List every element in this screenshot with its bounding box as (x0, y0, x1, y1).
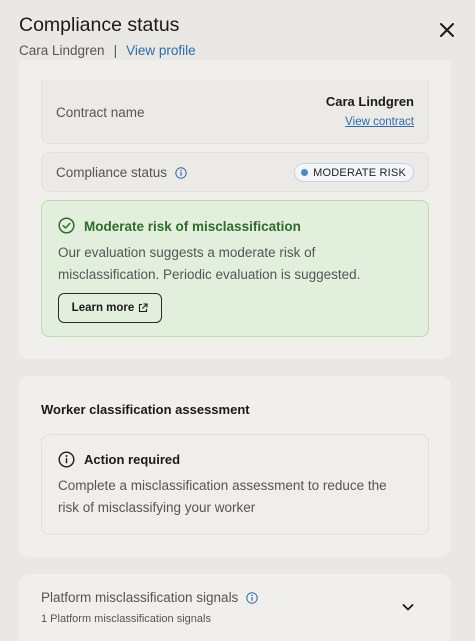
view-profile-link[interactable]: View profile (126, 43, 196, 58)
alert-title: Moderate risk of misclassification (84, 219, 301, 234)
action-required-title: Action required (84, 452, 181, 467)
compliance-status-row: Compliance status MODERATE RISK (41, 152, 429, 192)
info-icon[interactable] (175, 166, 187, 179)
risk-alert: Moderate risk of misclassification Our e… (41, 200, 429, 337)
signals-subtitle: 1 Platform misclassification signals (41, 613, 211, 625)
learn-more-button[interactable]: Learn more (58, 293, 162, 323)
signals-card[interactable]: Platform misclassification signals 1 Pla… (19, 574, 451, 641)
action-required-box: Action required Complete a misclassifica… (41, 434, 429, 535)
signals-title-wrap: Platform misclassification signals (41, 590, 259, 605)
badge-dot-icon (301, 169, 309, 176)
info-icon[interactable] (246, 591, 259, 604)
close-icon[interactable] (437, 20, 457, 40)
contract-name-label: Contract name (56, 105, 145, 120)
action-required-body: Complete a misclassification assessment … (58, 478, 387, 515)
compliance-card: Contract name Cara Lindgren View contrac… (19, 60, 451, 359)
external-link-icon (139, 303, 148, 313)
status-badge-label: MODERATE RISK (313, 166, 406, 179)
assessment-card: Worker classification assessment Action … (19, 376, 451, 557)
person-name: Cara Lindgren (19, 43, 105, 58)
signals-title: Platform misclassification signals (41, 590, 239, 605)
status-badge: MODERATE RISK (294, 163, 414, 182)
alert-body: Our evaluation suggests a moderate risk … (58, 245, 361, 282)
page-title: Compliance status (19, 14, 180, 36)
contract-name-value: Cara Lindgren (325, 94, 414, 109)
contract-row: Contract name Cara Lindgren View contrac… (41, 80, 429, 144)
compliance-status-label-wrap: Compliance status (56, 165, 187, 180)
learn-more-label: Learn more (71, 302, 135, 314)
assessment-section-title: Worker classification assessment (41, 402, 250, 417)
view-contract-link[interactable]: View contract (345, 116, 414, 128)
chevron-down-icon[interactable] (399, 598, 417, 616)
subtitle: Cara Lindgren | View profile (19, 43, 196, 58)
info-circle-icon (58, 451, 75, 468)
compliance-status-label: Compliance status (56, 165, 168, 180)
check-circle-icon (58, 217, 75, 234)
subtitle-separator: | (113, 43, 118, 58)
